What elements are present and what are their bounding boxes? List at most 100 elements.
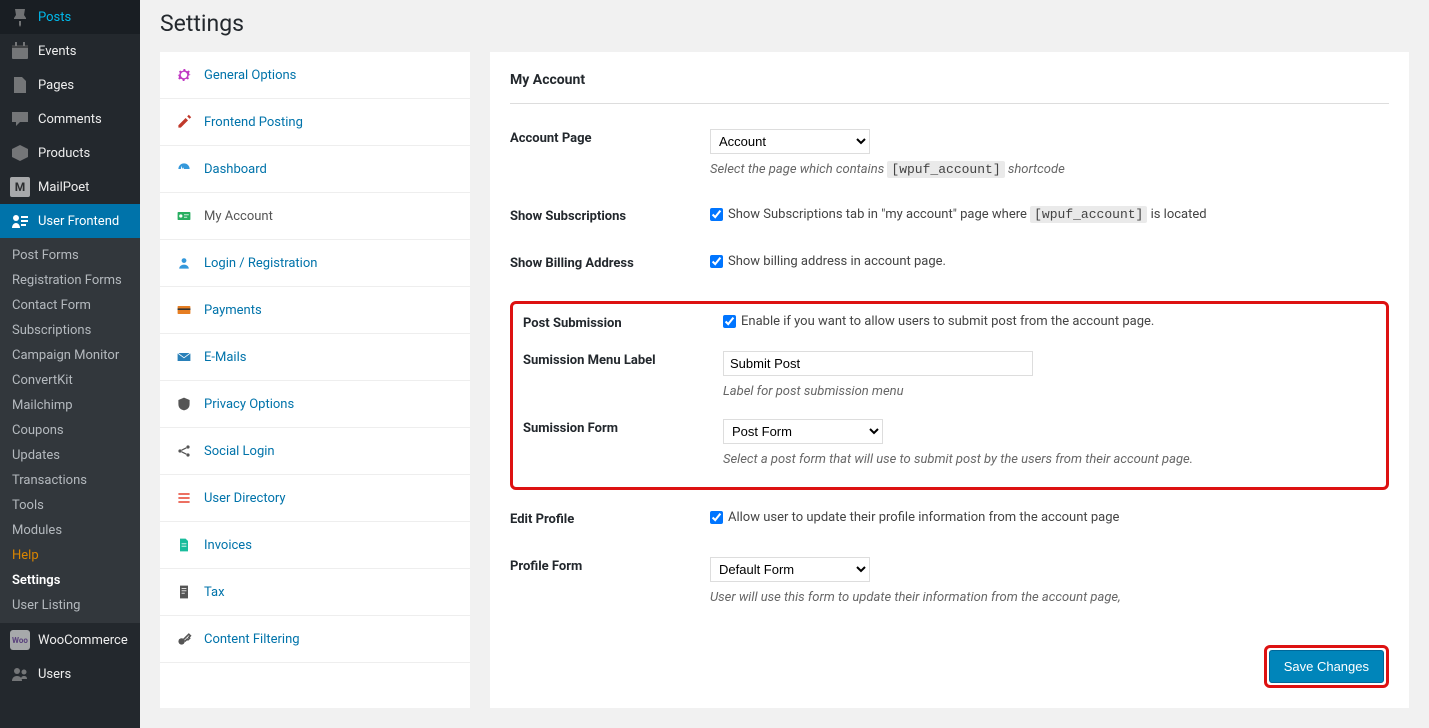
submenu-item-help[interactable]: Help [0, 543, 140, 568]
admin-sidebar: Posts Events Pages Comments ProductsMMailPoe… [0, 0, 140, 728]
sidebar-item-label: Users [38, 667, 71, 682]
row-submission-form: Sumission Form Post Form Select a post f… [513, 419, 1386, 467]
credit-icon [176, 302, 192, 318]
submenu-item-user-listing[interactable]: User Listing [0, 593, 140, 618]
account-page-select[interactable]: Account [710, 129, 870, 154]
sidebar-item-pages[interactable]: Pages [0, 68, 140, 102]
submenu-item-transactions[interactable]: Transactions [0, 468, 140, 493]
tab-login-registration[interactable]: Login / Registration [160, 240, 470, 287]
tab-content-filtering[interactable]: Content Filtering [160, 616, 470, 663]
admin-submenu: Post FormsRegistration FormsContact Form… [0, 238, 140, 623]
account-page-desc: Select the page which contains [wpuf_acc… [710, 162, 1389, 177]
row-edit-profile: Edit Profile Allow user to update their … [510, 510, 1389, 527]
submenu-item-coupons[interactable]: Coupons [0, 418, 140, 443]
row-show-subscriptions: Show Subscriptions Show Subscriptions ta… [510, 207, 1389, 224]
submission-menu-label-desc: Label for post submission menu [723, 384, 1376, 399]
tab-label: Login / Registration [204, 256, 317, 271]
submenu-item-subscriptions[interactable]: Subscriptions [0, 318, 140, 343]
panel-title: My Account [510, 72, 1389, 104]
check-show-subscriptions-label[interactable]: Show Subscriptions tab in "my account" p… [710, 207, 1207, 222]
sidebar-item-label: WooCommerce [38, 633, 128, 648]
row-show-billing: Show Billing Address Show billing addres… [510, 254, 1389, 271]
tab-label: User Directory [204, 491, 286, 506]
uf-icon [10, 211, 30, 231]
doc-icon [176, 537, 192, 553]
shield-icon [176, 396, 192, 412]
m-icon: M [10, 177, 30, 197]
users-icon [10, 664, 30, 684]
tab-invoices[interactable]: Invoices [160, 522, 470, 569]
submenu-item-convertkit[interactable]: ConvertKit [0, 368, 140, 393]
submenu-item-tools[interactable]: Tools [0, 493, 140, 518]
sidebar-item-label: Pages [38, 78, 74, 93]
row-profile-form: Profile Form Default Form User will use … [510, 557, 1389, 605]
tab-label: Payments [204, 303, 262, 318]
label-show-billing: Show Billing Address [510, 254, 710, 271]
sidebar-item-user-frontend[interactable]: User Frontend [0, 204, 140, 238]
check-show-billing-label[interactable]: Show billing address in account page. [710, 254, 946, 269]
check-edit-profile[interactable] [710, 511, 723, 524]
submenu-item-updates[interactable]: Updates [0, 443, 140, 468]
sidebar-item-events[interactable]: Events [0, 34, 140, 68]
list-icon [176, 490, 192, 506]
submenu-item-registration-forms[interactable]: Registration Forms [0, 268, 140, 293]
tab-label: Social Login [204, 444, 275, 459]
tab-privacy-options[interactable]: Privacy Options [160, 381, 470, 428]
tab-user-directory[interactable]: User Directory [160, 475, 470, 522]
check-post-submission[interactable] [723, 315, 736, 328]
svg-text:Woo: Woo [12, 636, 28, 645]
dashboard-icon [176, 161, 192, 177]
check-show-billing[interactable] [710, 255, 723, 268]
sidebar-item-label: Comments [38, 112, 102, 127]
label-account-page: Account Page [510, 129, 710, 146]
edit-icon [176, 114, 192, 130]
sidebar-item-posts[interactable]: Posts [0, 0, 140, 34]
check-edit-profile-label[interactable]: Allow user to update their profile infor… [710, 510, 1119, 525]
submission-form-desc: Select a post form that will use to subm… [723, 452, 1376, 467]
sidebar-item-comments[interactable]: Comments [0, 102, 140, 136]
tab-general-options[interactable]: General Options [160, 52, 470, 99]
user-icon [176, 255, 192, 271]
check-show-subscriptions[interactable] [710, 208, 723, 221]
label-show-subscriptions: Show Subscriptions [510, 207, 710, 224]
calendar-icon [10, 41, 30, 61]
tab-label: Tax [204, 585, 225, 600]
save-changes-button[interactable]: Save Changes [1269, 650, 1384, 683]
sidebar-item-products[interactable]: Products [0, 136, 140, 170]
sidebar-item-users[interactable]: Users [0, 657, 140, 691]
submenu-item-modules[interactable]: Modules [0, 518, 140, 543]
submission-form-select[interactable]: Post Form [723, 419, 883, 444]
sidebar-item-label: Posts [38, 10, 71, 25]
tab-e-mails[interactable]: E-Mails [160, 334, 470, 381]
sidebar-item-mailpoet[interactable]: MMailPoet [0, 170, 140, 204]
main-content: Settings General Options Frontend Posting… [140, 0, 1429, 728]
submenu-item-post-forms[interactable]: Post Forms [0, 243, 140, 268]
submenu-item-contact-form[interactable]: Contact Form [0, 293, 140, 318]
submenu-item-settings[interactable]: Settings [0, 568, 140, 593]
submenu-item-mailchimp[interactable]: Mailchimp [0, 393, 140, 418]
sidebar-item-woocommerce[interactable]: Woo WooCommerce [0, 623, 140, 657]
submenu-item-campaign-monitor[interactable]: Campaign Monitor [0, 343, 140, 368]
label-profile-form: Profile Form [510, 557, 710, 574]
row-post-submission: Post Submission Enable if you want to al… [513, 314, 1386, 331]
check-post-submission-label[interactable]: Enable if you want to allow users to sub… [723, 314, 1154, 329]
tab-tax[interactable]: Tax [160, 569, 470, 616]
tab-label: General Options [204, 68, 296, 83]
svg-text:M: M [15, 180, 26, 194]
page-title: Settings [160, 10, 1409, 37]
gear-icon [176, 67, 192, 83]
tax-icon [176, 584, 192, 600]
label-submission-menu-label: Sumission Menu Label [523, 351, 723, 368]
box-icon [10, 143, 30, 163]
tab-my-account[interactable]: My Account [160, 193, 470, 240]
tab-frontend-posting[interactable]: Frontend Posting [160, 99, 470, 146]
submission-menu-label-input[interactable] [723, 351, 1033, 376]
tab-social-login[interactable]: Social Login [160, 428, 470, 475]
actions-row: Save Changes [510, 635, 1389, 688]
tab-payments[interactable]: Payments [160, 287, 470, 334]
tab-dashboard[interactable]: Dashboard [160, 146, 470, 193]
profile-form-select[interactable]: Default Form [710, 557, 870, 582]
tab-label: Content Filtering [204, 632, 300, 647]
label-submission-form: Sumission Form [523, 419, 723, 436]
tab-label: Privacy Options [204, 397, 294, 412]
